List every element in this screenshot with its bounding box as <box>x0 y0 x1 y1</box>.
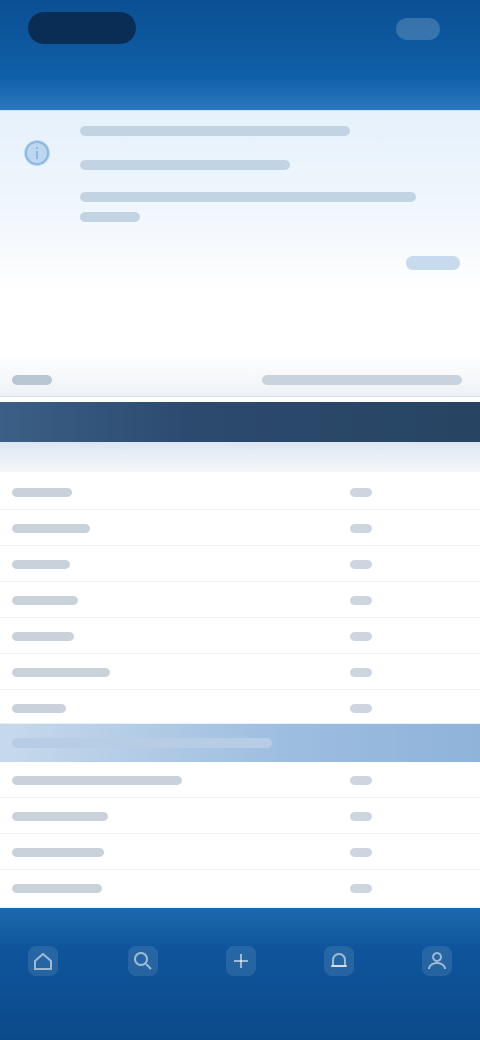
row-value <box>350 632 372 641</box>
bell-icon[interactable] <box>324 946 354 976</box>
account-selector[interactable] <box>28 12 136 44</box>
table-row[interactable] <box>0 510 480 546</box>
row-value <box>350 668 372 677</box>
summary-bar <box>0 355 480 397</box>
row-value <box>350 848 372 857</box>
table-row[interactable] <box>0 654 480 690</box>
table-row[interactable] <box>0 474 480 510</box>
row-name <box>12 776 182 785</box>
summary-value <box>262 375 462 385</box>
top-action-button[interactable] <box>396 18 440 40</box>
table-row[interactable] <box>0 834 480 870</box>
banner-dismiss-button[interactable] <box>406 256 460 270</box>
row-value <box>350 884 372 893</box>
banner-text-line <box>80 212 140 222</box>
row-name <box>12 596 78 605</box>
section-header <box>0 402 480 442</box>
row-value <box>350 488 372 497</box>
table-row[interactable] <box>0 762 480 798</box>
home-icon[interactable] <box>28 946 58 976</box>
row-name <box>12 812 108 821</box>
table-row[interactable] <box>0 870 480 908</box>
row-value <box>350 812 372 821</box>
table-row[interactable] <box>0 618 480 654</box>
row-value <box>350 596 372 605</box>
row-name <box>12 632 74 641</box>
section-subheader <box>0 442 480 472</box>
row-name <box>12 560 70 569</box>
table-row[interactable] <box>0 546 480 582</box>
app-bar <box>0 0 480 110</box>
row-name <box>12 848 104 857</box>
search-icon[interactable] <box>128 946 158 976</box>
table-row[interactable] <box>0 582 480 618</box>
row-name <box>12 704 66 713</box>
section-header-secondary <box>0 724 480 762</box>
row-value <box>350 704 372 713</box>
add-icon[interactable] <box>226 946 256 976</box>
row-name <box>12 668 110 677</box>
row-value <box>350 776 372 785</box>
banner-text-line <box>80 160 290 170</box>
banner-text-line <box>80 126 350 136</box>
row-name <box>12 524 90 533</box>
row-name <box>12 488 72 497</box>
table-row[interactable] <box>0 690 480 724</box>
table-row[interactable] <box>0 798 480 834</box>
banner-text-line <box>80 192 416 202</box>
row-value <box>350 524 372 533</box>
summary-label <box>12 375 52 385</box>
info-icon <box>24 140 50 166</box>
user-icon[interactable] <box>422 946 452 976</box>
row-name <box>12 884 102 893</box>
section-title-secondary <box>12 738 272 748</box>
row-value <box>350 560 372 569</box>
